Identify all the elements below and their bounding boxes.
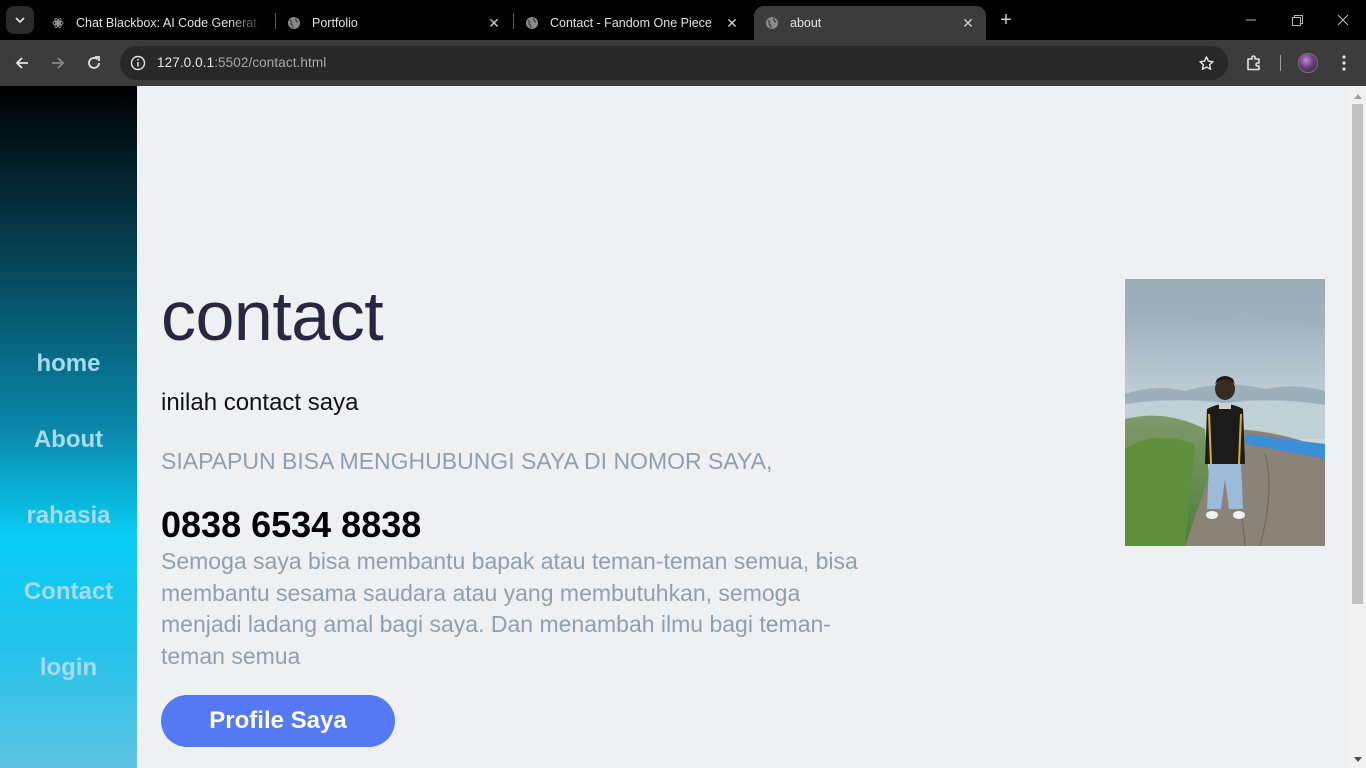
- tab-contact-fandom[interactable]: Contact - Fandom One Piece ✕: [514, 6, 750, 40]
- minimize-icon: [1246, 19, 1256, 21]
- close-icon[interactable]: ✕: [960, 15, 976, 31]
- browser-toolbar: 127.0.0.1:5502/contact.html: [0, 40, 1366, 86]
- profile-avatar[interactable]: [1298, 53, 1318, 73]
- tab-portfolio[interactable]: Portfolio ✕: [276, 6, 512, 40]
- description-text: Semoga saya bisa membantu bapak atau tem…: [161, 548, 858, 669]
- scroll-down-icon[interactable]: [1350, 754, 1366, 766]
- page-subtitle: inilah contact saya: [161, 389, 359, 416]
- sidebar-item-rahasia[interactable]: rahasia: [0, 502, 137, 530]
- tab-title: about: [790, 16, 822, 30]
- url-text[interactable]: 127.0.0.1:5502/contact.html: [157, 55, 326, 70]
- reload-icon: [88, 56, 100, 69]
- sidebar-nav: home About rahasia Contact login: [0, 86, 137, 768]
- chevron-down-icon: [15, 17, 25, 24]
- menu-button[interactable]: [1332, 51, 1356, 75]
- scrollbar-thumb[interactable]: [1352, 104, 1363, 604]
- tab-title: Portfolio: [312, 16, 358, 30]
- sidebar-item-about[interactable]: About: [0, 426, 137, 454]
- more-vert-icon: [1342, 55, 1346, 71]
- forward-button[interactable]: [44, 49, 72, 77]
- close-icon[interactable]: ✕: [724, 15, 740, 31]
- tab-about[interactable]: about ✕: [754, 6, 986, 40]
- globe-icon: [764, 15, 780, 31]
- arrow-left-icon: [15, 57, 28, 69]
- tab-title: Chat Blackbox: AI Code Generat: [76, 16, 257, 30]
- page-title: contact: [161, 277, 384, 355]
- address-bar[interactable]: 127.0.0.1:5502/contact.html: [120, 46, 1228, 80]
- phone-number: 0838 6534 8838: [161, 504, 422, 545]
- contact-notice: SIAPAPUN BISA MENGHUBUNGI SAYA DI NOMOR …: [161, 448, 773, 474]
- close-icon[interactable]: ✕: [486, 15, 502, 31]
- scroll-up-icon[interactable]: [1350, 90, 1366, 102]
- globe-icon: [286, 15, 302, 31]
- star-icon[interactable]: [1196, 53, 1216, 73]
- tab-title: Contact - Fandom One Piece: [550, 16, 712, 30]
- scrollbar[interactable]: [1350, 86, 1366, 768]
- back-button[interactable]: [8, 49, 36, 77]
- profile-button[interactable]: Profile Saya: [161, 695, 395, 747]
- page-viewport: home About rahasia Contact login contact…: [0, 86, 1366, 768]
- tab-search-button[interactable]: [6, 6, 34, 34]
- sidebar-item-login[interactable]: login: [0, 654, 137, 682]
- restore-icon: [1291, 14, 1303, 26]
- extensions-button[interactable]: [1242, 51, 1266, 75]
- puzzle-icon: [1247, 55, 1260, 71]
- sidebar-item-home[interactable]: home: [0, 350, 137, 378]
- globe-icon: [524, 15, 540, 31]
- sidebar-item-contact[interactable]: Contact: [0, 578, 137, 606]
- profile-photo: [1125, 279, 1325, 546]
- new-tab-button[interactable]: +: [994, 8, 1018, 32]
- restore-button[interactable]: [1274, 0, 1320, 40]
- close-icon: [1337, 14, 1349, 26]
- site-info-icon[interactable]: [128, 53, 148, 73]
- reload-button[interactable]: [80, 49, 108, 77]
- minimize-button[interactable]: [1228, 0, 1274, 40]
- tab-blackbox[interactable]: Chat Blackbox: AI Code Generat: [40, 6, 276, 40]
- url-path: :5502/contact.html: [214, 55, 327, 70]
- url-host: 127.0.0.1: [157, 55, 215, 70]
- arrow-right-icon: [52, 57, 65, 69]
- browser-tab-strip: Chat Blackbox: AI Code Generat Portfolio…: [0, 0, 1366, 40]
- blackbox-icon: [50, 15, 66, 31]
- toolbar-divider: [1280, 55, 1281, 71]
- window-close-button[interactable]: [1320, 0, 1366, 40]
